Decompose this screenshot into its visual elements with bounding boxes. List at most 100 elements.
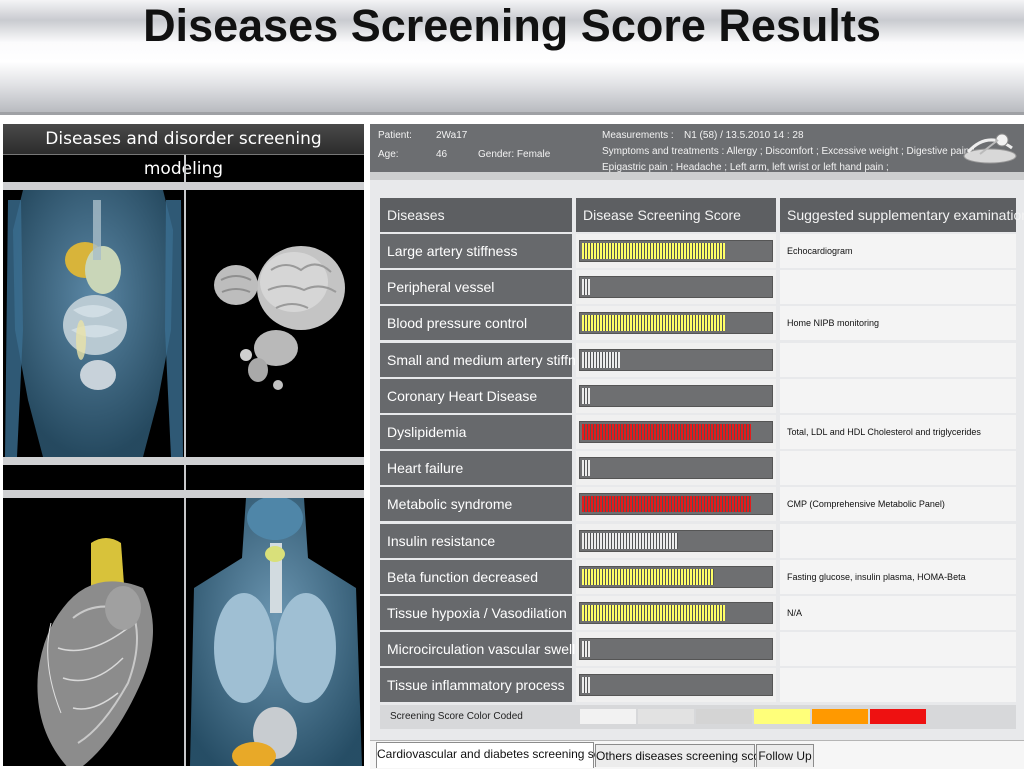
table-row[interactable]: Beta function decreased Fasting glucose, …	[380, 559, 1016, 594]
score-bar-fill	[582, 677, 590, 694]
score-bar-fill	[582, 532, 678, 549]
symptoms-line-1: Symptoms and treatments : Allergy ; Disc…	[602, 146, 975, 157]
score-cell	[576, 234, 776, 268]
score-bar-fill	[582, 605, 725, 621]
bottom-tab-bar: Cardiovascular and diabetes screening sc…	[370, 740, 1024, 769]
score-bar-fill	[582, 568, 714, 585]
score-bar-fill	[582, 351, 620, 368]
disease-name: Tissue inflammatory process	[380, 668, 572, 703]
score-bar	[579, 602, 773, 624]
suggested-exam: Echocardiogram	[780, 234, 1016, 268]
suggested-exam	[780, 378, 1016, 413]
column-header-diseases: Diseases	[380, 198, 572, 232]
score-cell	[576, 378, 776, 413]
disease-name: Heart failure	[380, 451, 572, 486]
slide-title: Diseases Screening Score Results	[143, 0, 881, 51]
suggested-exam	[780, 270, 1016, 305]
score-bar-fill	[582, 315, 725, 332]
suggested-exam: Fasting glucose, insulin plasma, HOMA-Be…	[780, 559, 1016, 594]
disease-name: Dyslipidemia	[380, 415, 572, 449]
legend-swatch	[870, 709, 926, 724]
score-cell	[576, 487, 776, 522]
age-value: 46	[436, 149, 448, 160]
table-row[interactable]: Small and medium artery stiffness	[380, 342, 1016, 377]
score-cell	[576, 415, 776, 449]
score-cell	[576, 596, 776, 630]
gender-text: Gender: Female	[478, 149, 551, 160]
screening-app: Patient: 2Wa17 Age: 46 Gender: Female Me…	[370, 124, 1024, 769]
tab-other-diseases[interactable]: Others diseases screening score	[595, 744, 771, 767]
score-bar	[579, 384, 773, 407]
disease-name: Blood pressure control	[380, 306, 572, 341]
legend-swatch	[580, 709, 636, 724]
score-bar	[579, 348, 773, 371]
header-divider	[0, 112, 1024, 115]
suggested-exam	[780, 632, 1016, 667]
table-row[interactable]: Coronary Heart Disease	[380, 378, 1016, 413]
info-bar-underline	[370, 172, 1024, 180]
score-cell	[576, 342, 776, 377]
patient-info-bar: Patient: 2Wa17 Age: 46 Gender: Female Me…	[370, 124, 1024, 173]
legend-swatch	[812, 709, 868, 724]
table-row[interactable]: Microcirculation vascular swelling	[380, 632, 1016, 667]
heart-model	[37, 538, 153, 766]
table-row[interactable]: Tissue hypoxia / Vasodilation N/A	[380, 596, 1016, 630]
score-bar-fill	[582, 243, 725, 259]
heart-viewport[interactable]	[3, 498, 184, 766]
table-row[interactable]: Peripheral vessel	[380, 270, 1016, 305]
table-row[interactable]: Blood pressure control Home NIPB monitori…	[380, 306, 1016, 341]
score-cell	[576, 306, 776, 341]
score-bar-fill	[582, 279, 590, 296]
panel-separator	[3, 457, 364, 465]
legend-swatch	[696, 709, 752, 724]
suggested-exam	[780, 668, 1016, 703]
measurements-value: N1 (58) / 13.5.2010 14 : 28	[684, 130, 804, 141]
table-row[interactable]: Tissue inflammatory process	[380, 668, 1016, 703]
table-row[interactable]: Dyslipidemia Total, LDL and HDL Cholester…	[380, 415, 1016, 449]
score-cell	[576, 632, 776, 667]
table-row[interactable]: Heart failure	[380, 451, 1016, 486]
stethoscope-icon	[963, 133, 1017, 164]
score-cell	[576, 451, 776, 486]
score-cell	[576, 668, 776, 703]
score-bar	[579, 457, 773, 480]
score-bar	[579, 674, 773, 697]
score-cell	[576, 270, 776, 305]
table-row[interactable]: Large artery stiffness Echocardiogram	[380, 234, 1016, 268]
torso-organs-viewport[interactable]	[3, 190, 184, 457]
brain-model	[214, 246, 345, 390]
patient-id: 2Wa17	[436, 130, 468, 141]
score-bar	[579, 276, 773, 299]
score-bar-fill	[582, 641, 590, 658]
score-bar-fill	[582, 424, 751, 440]
table-row[interactable]: Metabolic syndrome CMP (Comprehensive Met…	[380, 487, 1016, 522]
score-bar-fill	[582, 387, 590, 404]
tab-cardiovascular-diabetes[interactable]: Cardiovascular and diabetes screening sc…	[376, 742, 617, 768]
disease-name: Coronary Heart Disease	[380, 378, 572, 413]
score-bar	[579, 240, 773, 262]
disease-name: Beta function decreased	[380, 559, 572, 594]
disease-name: Peripheral vessel	[380, 270, 572, 305]
score-bar	[579, 638, 773, 661]
disease-name: Microcirculation vascular swelling	[380, 632, 594, 667]
score-cell	[576, 559, 776, 594]
column-header-score: Disease Screening Score	[576, 198, 776, 232]
legend-swatch	[638, 709, 694, 724]
modeling-title-bar: Diseases and disorder screening modeling	[3, 124, 364, 179]
chest-viewport[interactable]	[186, 498, 364, 766]
torso-organs-model	[5, 190, 183, 457]
suggested-exam	[780, 451, 1016, 486]
column-header-examinations: Suggested supplementary examinations	[780, 198, 1024, 232]
score-bar	[579, 312, 773, 335]
suggested-exam: CMP (Comprehensive Metabolic Panel)	[780, 487, 1016, 522]
suggested-exam	[780, 523, 1016, 558]
disease-name: Metabolic syndrome	[380, 487, 572, 522]
score-bar	[579, 493, 773, 516]
patient-label: Patient:	[378, 130, 412, 141]
tab-follow-up[interactable]: Follow Up	[756, 744, 814, 767]
score-bar-fill	[582, 496, 751, 513]
score-cell	[576, 523, 776, 558]
legend-label: Screening Score Color Coded	[390, 711, 523, 722]
table-row[interactable]: Insulin resistance	[380, 523, 1016, 558]
brain-viewport[interactable]	[186, 190, 364, 457]
